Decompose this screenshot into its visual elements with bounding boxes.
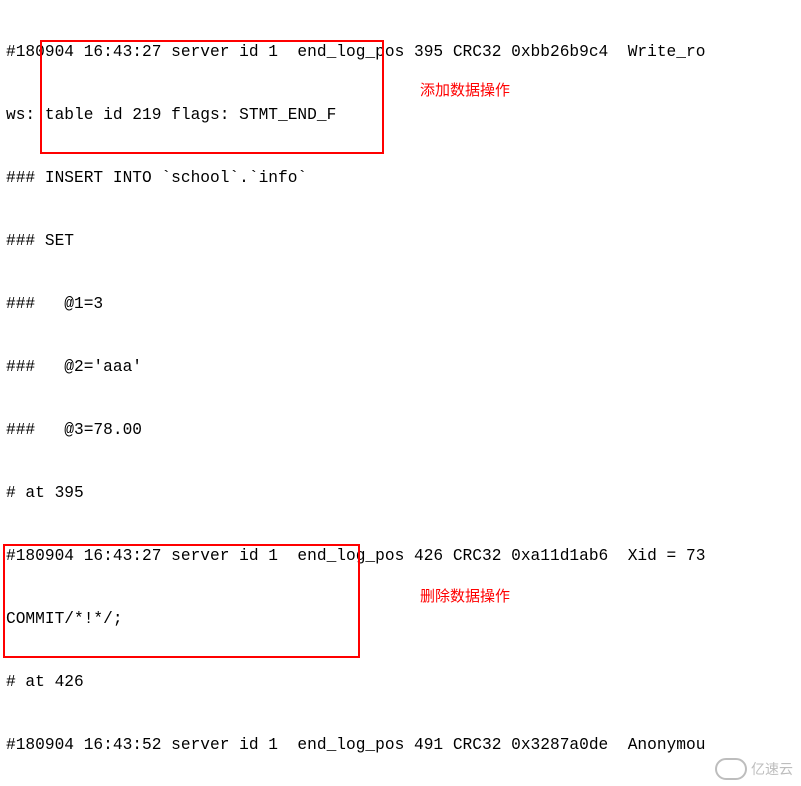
log-line: ws: table id 219 flags: STMT_END_F (0, 105, 801, 126)
annotation-delete: 删除数据操作 (420, 586, 510, 607)
log-output: #180904 16:43:27 server id 1 end_log_pos… (0, 0, 801, 786)
log-line: ### @3=78.00 (0, 420, 801, 441)
log-line: #180904 16:43:52 server id 1 end_log_pos… (0, 735, 801, 756)
log-line: # at 395 (0, 483, 801, 504)
log-line: #180904 16:43:27 server id 1 end_log_pos… (0, 546, 801, 567)
log-line: ### @2='aaa' (0, 357, 801, 378)
log-line: # at 426 (0, 672, 801, 693)
log-line: #180904 16:43:27 server id 1 end_log_pos… (0, 42, 801, 63)
watermark: 亿速云 (715, 758, 793, 780)
log-line: COMMIT/*!*/; (0, 609, 801, 630)
cloud-icon (715, 758, 747, 780)
annotation-insert: 添加数据操作 (420, 80, 510, 101)
watermark-text: 亿速云 (751, 759, 793, 780)
log-line: ### @1=3 (0, 294, 801, 315)
log-line: ### SET (0, 231, 801, 252)
log-line: ### INSERT INTO `school`.`info` (0, 168, 801, 189)
